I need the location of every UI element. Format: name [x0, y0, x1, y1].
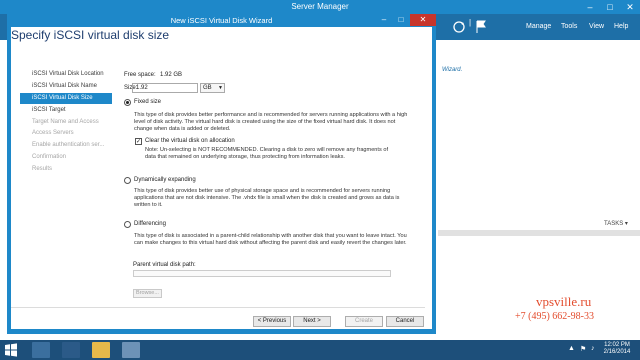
previous-button[interactable]: < Previous — [253, 316, 291, 327]
nav-disk-location[interactable]: iSCSI Virtual Disk Location — [20, 69, 112, 80]
wizard-app-icon[interactable] — [122, 342, 140, 358]
dialog-maximize-icon[interactable]: □ — [393, 14, 409, 26]
footer-divider — [11, 307, 425, 308]
dialog-close-icon[interactable]: ✕ — [410, 14, 436, 26]
clock-time: 12:02 PM — [604, 342, 630, 348]
dynamic-description: This type of disk provides better use of… — [134, 188, 400, 208]
nav-access-servers: Access Servers — [32, 130, 74, 136]
menu-tools[interactable]: Tools — [561, 23, 577, 30]
maximize-icon[interactable]: □ — [600, 0, 620, 14]
parent-path-input[interactable] — [133, 270, 391, 277]
server-manager-icon[interactable] — [32, 342, 50, 358]
menu-help[interactable]: Help — [614, 23, 628, 30]
differencing-label[interactable]: Differencing — [134, 221, 166, 227]
menu-manage[interactable]: Manage — [526, 23, 551, 30]
network-icon[interactable]: ▲ — [568, 345, 575, 352]
column-header-bar — [438, 230, 640, 236]
wizard-title: New iSCSI Virtual Disk Wizard — [170, 16, 273, 25]
taskbar: ▲ ⚑ ♪ — [0, 340, 640, 360]
powershell-icon[interactable] — [62, 342, 80, 358]
refresh-icon[interactable] — [452, 20, 466, 34]
windows-start-icon[interactable] — [2, 342, 20, 358]
differencing-radio[interactable] — [124, 221, 131, 228]
create-button[interactable]: Create — [345, 316, 383, 327]
server-manager-titlebar: Server Manager – □ ✕ — [0, 0, 640, 14]
browse-button[interactable]: Browse... — [133, 289, 162, 298]
separator-icon: | — [469, 18, 472, 27]
unit-select[interactable]: GB ▼ — [200, 83, 225, 93]
fixed-size-label[interactable]: Fixed size — [134, 99, 161, 105]
dynamic-label[interactable]: Dynamically expanding — [134, 177, 196, 183]
parent-path-label: Parent virtual disk path: — [133, 262, 196, 268]
server-manager-title: Server Manager — [291, 2, 349, 11]
menu-view[interactable]: View — [589, 23, 604, 30]
watermark-phone: +7 (495) 662-98-33 — [515, 311, 594, 322]
nav-authentication: Enable authentication ser... — [32, 142, 105, 148]
nav-results: Results — [32, 166, 53, 172]
clock-date: 2/16/2014 — [603, 349, 631, 355]
cancel-button[interactable]: Cancel — [386, 316, 424, 327]
wizard-link[interactable]: Wizard. — [442, 67, 462, 73]
fixed-size-radio[interactable] — [124, 99, 131, 106]
chevron-down-icon: ▼ — [218, 85, 223, 91]
minimize-icon[interactable]: – — [580, 0, 600, 14]
nav-target[interactable]: iSCSI Target — [20, 105, 112, 116]
nav-disk-size[interactable]: iSCSI Virtual Disk Size — [20, 93, 112, 104]
fixed-size-description: This type of disk provides better perfor… — [134, 112, 408, 132]
watermark-site: vpsville.ru — [536, 294, 592, 309]
flag-icon[interactable] — [475, 20, 487, 34]
nav-disk-name[interactable]: iSCSI Virtual Disk Name — [20, 81, 112, 92]
size-input[interactable]: 1.92 — [132, 83, 198, 93]
clear-disk-checkbox[interactable]: ✓ — [135, 138, 142, 145]
next-button[interactable]: Next > — [293, 316, 331, 327]
file-explorer-icon[interactable] — [92, 342, 110, 358]
differencing-description: This type of disk is associated in a par… — [134, 233, 407, 246]
nav-target-name: Target Name and Access — [32, 119, 99, 125]
flag-tray-icon[interactable]: ⚑ — [580, 345, 586, 353]
page-title: Specify iSCSI virtual disk size — [11, 28, 170, 42]
clear-disk-label[interactable]: Clear the virtual disk on allocation — [145, 138, 235, 144]
close-icon[interactable]: ✕ — [620, 0, 640, 14]
free-space-value: 1.92 GB — [160, 72, 183, 78]
dynamic-radio[interactable] — [124, 177, 131, 184]
unit-select-value: GB — [203, 85, 212, 91]
clear-disk-note: Note: Un-selecting is NOT RECOMMENDED. C… — [145, 147, 388, 160]
dialog-minimize-icon[interactable]: – — [376, 14, 392, 26]
tasks-dropdown[interactable]: TASKS ▾ — [604, 220, 628, 227]
volume-icon[interactable]: ♪ — [591, 345, 595, 352]
free-space-label: Free space: — [124, 72, 156, 78]
taskbar-clock[interactable]: 12:02 PM 2/16/2014 — [600, 342, 634, 356]
nav-confirmation: Confirmation — [32, 154, 67, 160]
